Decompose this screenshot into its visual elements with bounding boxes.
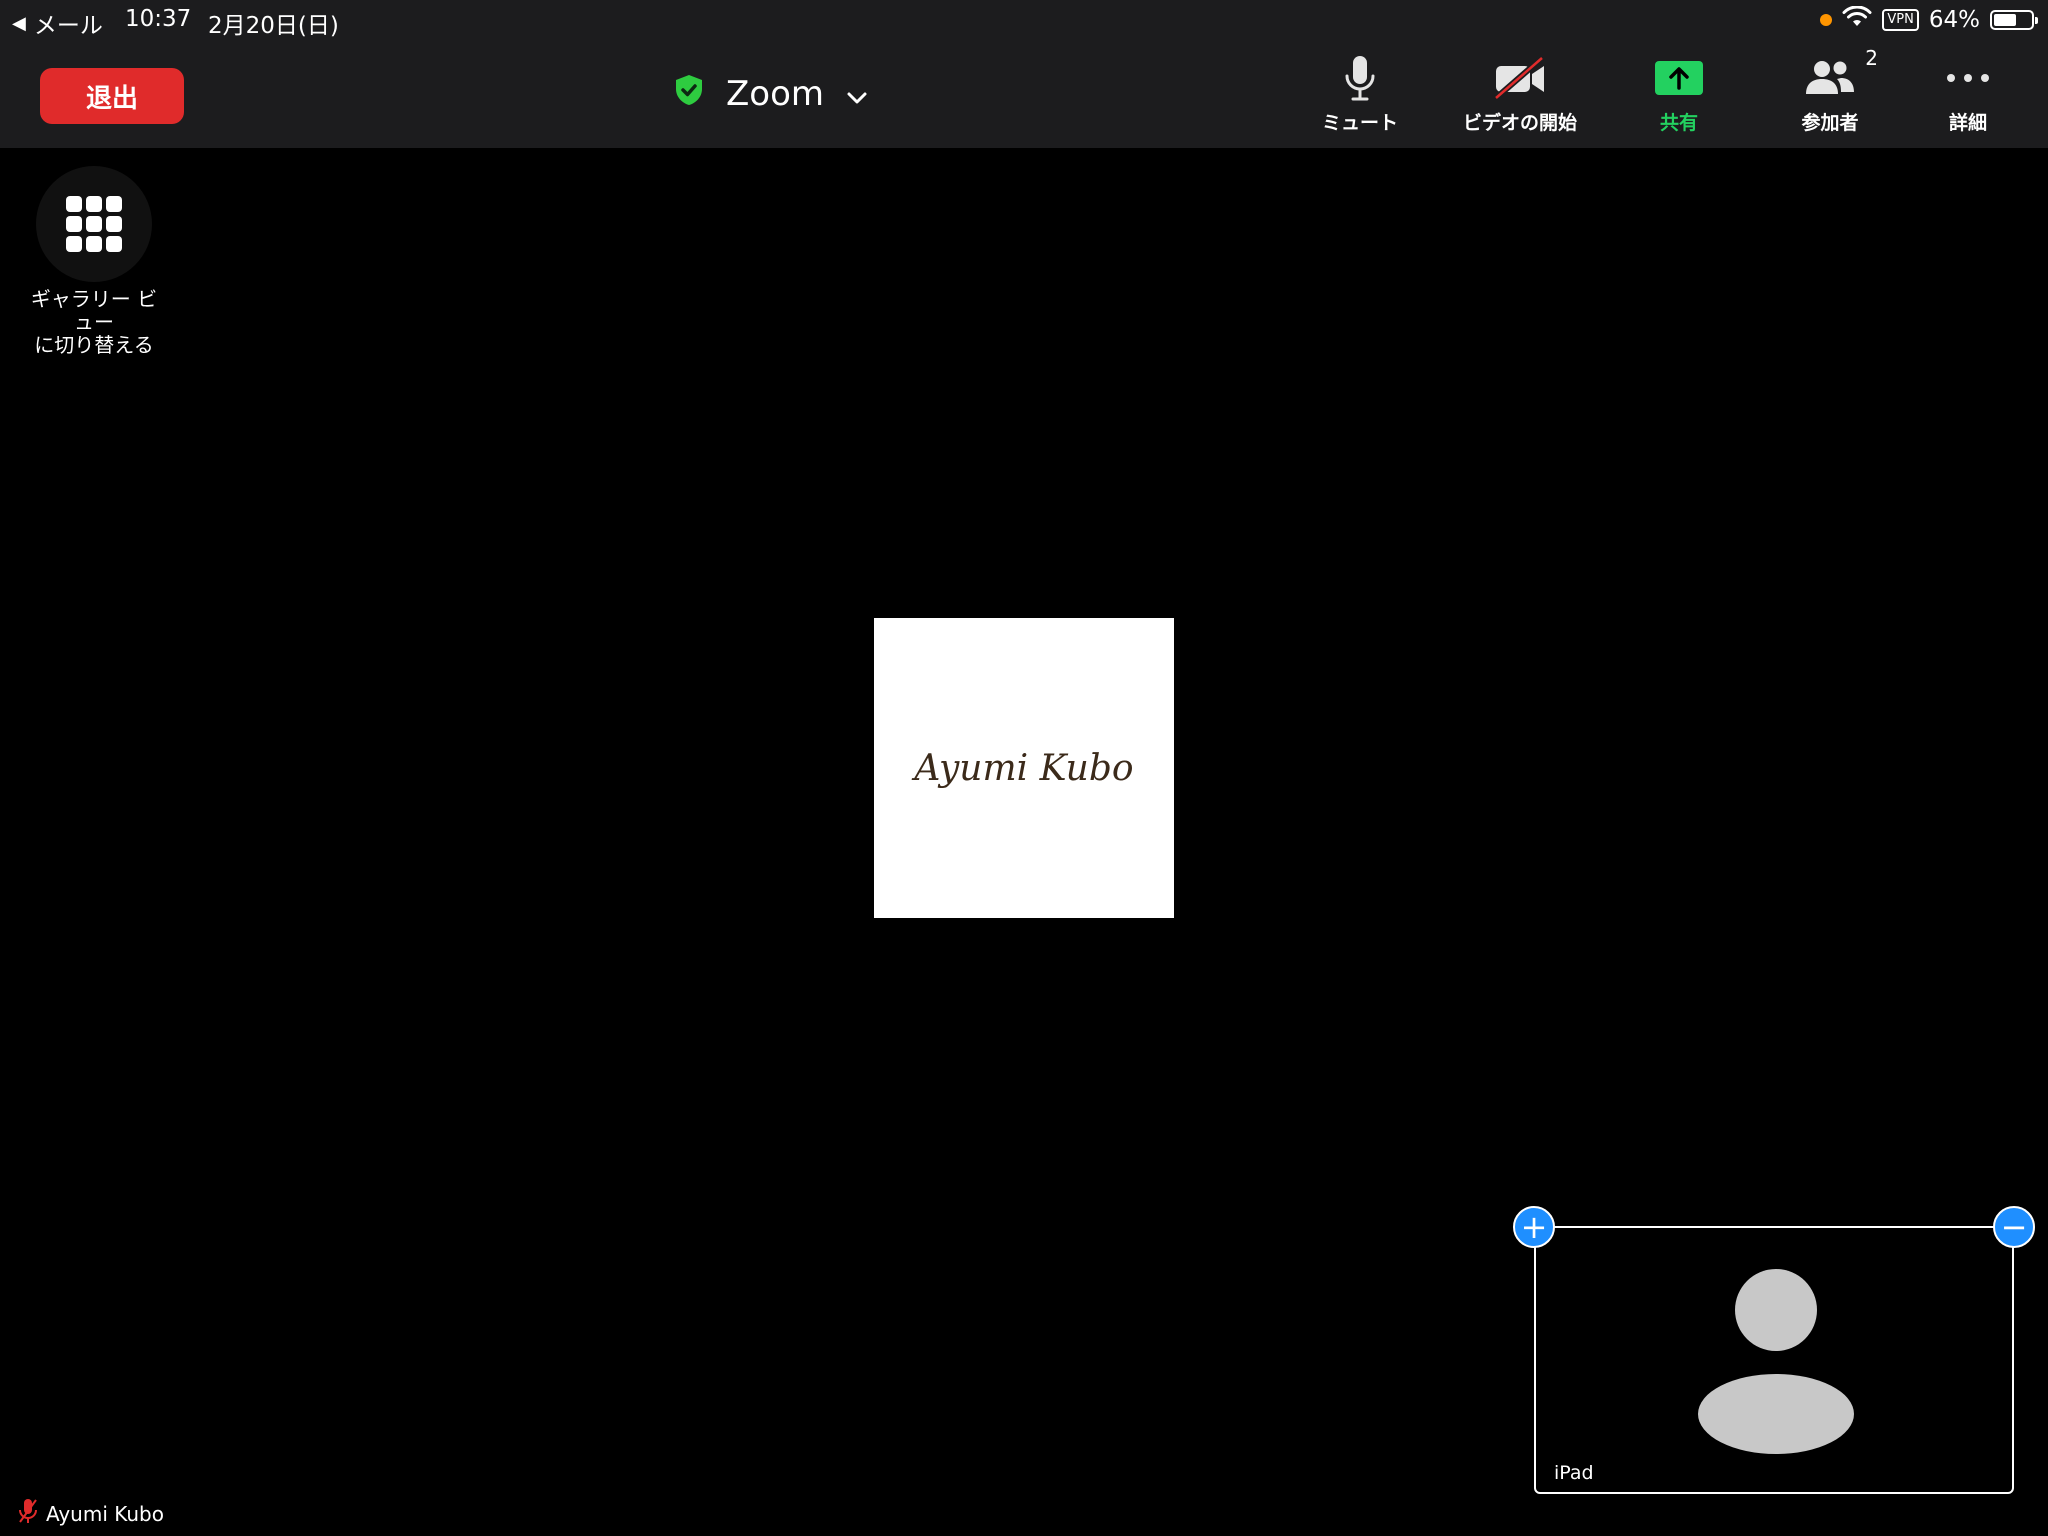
microphone-icon bbox=[1343, 52, 1377, 104]
vpn-badge: VPN bbox=[1882, 9, 1919, 31]
status-date: 2月20日(日) bbox=[208, 13, 339, 39]
expand-self-view-plus-icon[interactable]: + bbox=[1513, 1206, 1555, 1248]
battery-cap bbox=[2035, 17, 2038, 24]
more-label: 詳細 bbox=[1948, 112, 1987, 134]
more-dots-icon bbox=[1945, 52, 1991, 104]
participants-label: 参加者 bbox=[1801, 112, 1859, 134]
zoom-meeting-screen: ◀ メール 10:37 2月20日(日) VPN 64% 退出 Zoom ミュー… bbox=[0, 0, 2048, 1536]
video-off-icon bbox=[1492, 52, 1548, 104]
person-placeholder-icon bbox=[1698, 1269, 1854, 1454]
meeting-title: Zoom bbox=[726, 74, 825, 114]
status-indicators: VPN 64% bbox=[1820, 5, 2038, 34]
more-button[interactable]: 詳細 bbox=[1898, 52, 2038, 142]
shield-check-icon bbox=[674, 74, 704, 115]
battery-icon bbox=[1990, 10, 2038, 30]
share-button[interactable]: 共有 bbox=[1609, 52, 1749, 142]
orange-indicator-dot-icon bbox=[1820, 14, 1833, 26]
mute-button[interactable]: ミュート bbox=[1290, 52, 1430, 142]
collapse-self-view-minus-icon[interactable]: − bbox=[1993, 1206, 2035, 1248]
back-to-mail[interactable]: ◀ メール bbox=[12, 6, 103, 40]
leave-button[interactable]: 退出 bbox=[40, 68, 184, 124]
mute-label: ミュート bbox=[1321, 112, 1398, 134]
gallery-grid-icon bbox=[36, 166, 152, 282]
chevron-down-icon bbox=[846, 74, 868, 114]
participants-icon: 2 bbox=[1804, 46, 1878, 104]
share-label: 共有 bbox=[1659, 112, 1698, 134]
gallery-view-label: ギャラリー ビ ュー に切り替える bbox=[30, 287, 158, 357]
self-view-thumbnail[interactable]: iPad bbox=[1534, 1226, 2014, 1494]
status-time: 10:37 bbox=[125, 6, 192, 32]
start-video-label: ビデオの開始 bbox=[1462, 112, 1577, 134]
meeting-title-dropdown[interactable]: Zoom bbox=[674, 66, 868, 122]
participants-count: 2 bbox=[1865, 46, 1878, 70]
participants-button[interactable]: 2 参加者 bbox=[1760, 46, 1900, 142]
meeting-toolbar: 退出 Zoom ミュート ビデオの開始 共有 2 参加者 詳細 bbox=[0, 40, 2048, 148]
battery-fill bbox=[1994, 14, 2016, 26]
back-label: メール bbox=[33, 13, 103, 39]
switch-to-gallery-view-button[interactable]: ギャラリー ビ ュー に切り替える bbox=[22, 166, 166, 357]
start-video-button[interactable]: ビデオの開始 bbox=[1450, 52, 1590, 142]
speaker-name: Ayumi Kubo bbox=[46, 1501, 164, 1526]
profile-name-logo: Ayumi Kubo bbox=[914, 747, 1134, 789]
share-upload-icon bbox=[1654, 52, 1704, 104]
self-view-label: iPad bbox=[1554, 1462, 1594, 1484]
status-bar: ◀ メール 10:37 2月20日(日) VPN 64% bbox=[0, 0, 2048, 40]
muted-microphone-icon bbox=[18, 1498, 38, 1529]
active-speaker-profile-picture: Ayumi Kubo bbox=[874, 618, 1174, 918]
active-speaker-name-tag: Ayumi Kubo bbox=[18, 1498, 164, 1529]
back-triangle-icon: ◀ bbox=[12, 12, 26, 34]
battery-percent: 64% bbox=[1928, 7, 1980, 33]
wifi-icon bbox=[1842, 5, 1872, 34]
